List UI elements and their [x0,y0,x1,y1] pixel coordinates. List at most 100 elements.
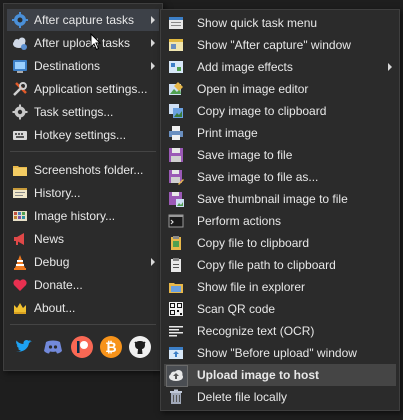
menu-item-label: After capture tasks [34,13,135,27]
menu-item-label: Debug [34,255,70,269]
submenu-item-recognize-text-ocr[interactable]: Recognize text (OCR) [164,320,396,342]
submenu-item-copy-image-to-clipboard[interactable]: Copy image to clipboard [164,100,396,122]
menu-item-label: News [34,232,65,246]
submenu-item-show-after-capture-window[interactable]: Show "After capture" window [164,34,396,56]
menu-item-label: Add image effects [197,60,293,74]
menu-item-label: Perform actions [197,214,282,228]
menu-item-debug[interactable]: Debug [7,251,159,273]
menu-item-label: Show "Before upload" window [197,346,357,360]
heart-icon [12,277,28,293]
crown-icon [12,300,28,316]
twitter-icon[interactable] [13,336,35,358]
menu-item-news[interactable]: News [7,228,159,250]
submenu-item-copy-file-path-to-clipboard[interactable]: Copy file path to clipboard [164,254,396,276]
globe-icon [12,58,28,74]
submenu-item-save-thumbnail-image-to-file[interactable]: Save thumbnail image to file [164,188,396,210]
menu-item-label: Delete file locally [197,390,288,404]
submenu-arrow-icon [388,63,392,71]
menu-item-label: Open in image editor [197,82,309,96]
cloud-upload-icon [168,367,184,383]
menu-item-screenshots-folder[interactable]: Screenshots folder... [7,159,159,181]
menu-item-destinations[interactable]: Destinations [7,55,159,77]
menu-item-label: Recognize text (OCR) [197,324,315,338]
menu-item-label: Copy file path to clipboard [197,258,336,272]
menu-item-after-capture-tasks[interactable]: After capture tasks [7,9,159,31]
submenu-item-delete-file-locally[interactable]: Delete file locally [164,386,396,408]
gear-icon [12,104,28,120]
menu-item-label: Show file in explorer [197,280,306,294]
submenu-item-show-before-upload-window[interactable]: Show "Before upload" window [164,342,396,364]
save-icon [168,147,184,163]
copy-file-icon [168,235,184,251]
menu-item-history[interactable]: History... [7,182,159,204]
mouse-cursor-icon [90,33,102,51]
trash-icon [168,389,184,405]
context-submenu-after-capture: Show quick task menu Show "After capture… [160,9,400,411]
menu-item-label: Save image to file [197,148,293,162]
image-editor-icon [168,81,184,97]
image-effects-icon [168,59,184,75]
menu-item-label: Show quick task menu [197,16,318,30]
copy-image-icon [168,103,184,119]
submenu-item-add-image-effects[interactable]: Add image effects [164,56,396,78]
menu-item-task-settings[interactable]: Task settings... [7,101,159,123]
traffic-cone-icon [12,254,28,270]
patreon-icon[interactable] [71,336,93,358]
submenu-arrow-icon [151,39,155,47]
submenu-arrow-icon [151,62,155,70]
submenu-item-perform-actions[interactable]: Perform actions [164,210,396,232]
svg-text:₿: ₿ [105,340,116,356]
folder-icon [12,162,28,178]
quick-task-icon [168,15,184,31]
menu-item-label: About... [34,301,76,315]
history-icon [12,185,28,201]
window-upload-icon [168,345,184,361]
bitcoin-icon[interactable]: ₿ [100,336,122,358]
github-icon[interactable] [129,336,151,358]
cloud-gear-icon [12,35,28,51]
menu-item-label: Image history... [34,209,116,223]
submenu-item-show-file-in-explorer[interactable]: Show file in explorer [164,276,396,298]
submenu-item-upload-image-to-host[interactable]: Upload image to host [164,364,396,387]
menu-item-label: Save image to file as... [197,170,319,184]
submenu-item-copy-file-to-clipboard[interactable]: Copy file to clipboard [164,232,396,254]
menu-separator [10,324,156,325]
menu-item-label: Show "After capture" window [197,38,351,52]
megaphone-icon [12,231,28,247]
menu-item-label: After upload tasks [34,36,131,50]
menu-item-label: Print image [197,126,258,140]
menu-item-label: Destinations [34,59,101,73]
submenu-item-save-image-to-file-as[interactable]: Save image to file as... [164,166,396,188]
menu-item-label: Screenshots folder... [34,163,144,177]
menu-item-label: Application settings... [34,82,148,96]
clipboard-icon [168,257,184,273]
menu-item-label: Upload image to host [197,368,320,382]
menu-separator [10,151,156,152]
window-icon [168,37,184,53]
submenu-item-print-image[interactable]: Print image [164,122,396,144]
submenu-item-scan-qr-code[interactable]: Scan QR code [164,298,396,320]
menu-item-label: Scan QR code [197,302,276,316]
submenu-item-open-in-image-editor[interactable]: Open in image editor [164,78,396,100]
menu-item-label: Copy file to clipboard [197,236,310,250]
submenu-item-show-quick-task-menu[interactable]: Show quick task menu [164,12,396,34]
submenu-item-save-image-to-file[interactable]: Save image to file [164,144,396,166]
menu-item-hotkey-settings[interactable]: Hotkey settings... [7,124,159,146]
menu-item-application-settings[interactable]: Application settings... [7,78,159,100]
discord-icon[interactable] [42,336,64,358]
menu-item-donate[interactable]: Donate... [7,274,159,296]
keyboard-icon [12,127,28,143]
save-thumbnail-icon [168,191,184,207]
menu-item-after-upload-tasks[interactable]: After upload tasks [7,32,159,54]
menu-item-label: Save thumbnail image to file [197,192,348,206]
menu-item-label: Task settings... [34,105,114,119]
menu-item-about[interactable]: About... [7,297,159,319]
menu-item-label: History... [34,186,81,200]
gear-blue-icon [12,12,28,28]
save-as-icon [168,169,184,185]
image-history-icon [12,208,28,224]
menu-item-image-history[interactable]: Image history... [7,205,159,227]
context-menu-main: After capture tasks After upload tasks D… [3,3,163,371]
menu-item-label: Donate... [34,278,83,292]
menu-item-label: Hotkey settings... [34,128,127,142]
